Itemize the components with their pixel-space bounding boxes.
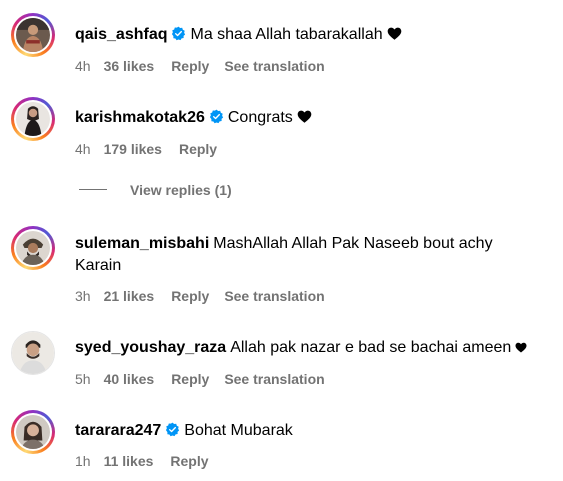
comment-likes[interactable]: 21 likes — [104, 287, 155, 305]
black-heart-icon — [387, 27, 402, 40]
comment-timestamp: 4h — [75, 141, 91, 157]
comment-text: Ma shaa Allah tabarakallah — [190, 26, 383, 43]
reply-button[interactable]: Reply — [171, 287, 209, 305]
black-heart-icon — [297, 110, 312, 123]
profile-photo-icon — [16, 102, 50, 136]
comment-username[interactable]: karishmakotak26 — [75, 109, 205, 126]
profile-photo-icon — [16, 18, 50, 52]
comment-text: Bohat Mubarak — [184, 422, 293, 439]
comment-likes[interactable]: 179 likes — [104, 140, 162, 158]
avatar[interactable] — [11, 410, 55, 454]
verified-badge-icon — [209, 109, 224, 124]
see-translation-button[interactable]: See translation — [224, 287, 324, 305]
comment-text: Congrats — [227, 109, 293, 126]
avatar[interactable] — [11, 97, 55, 141]
view-replies-button[interactable]: View replies (1) — [79, 181, 232, 199]
comment-username[interactable]: qais_ashfaq — [75, 26, 167, 43]
comment-likes[interactable]: 11 likes — [104, 452, 154, 470]
comment-likes[interactable]: 36 likes — [104, 57, 155, 75]
comment-timestamp: 4h — [75, 58, 91, 74]
profile-photo-icon — [16, 231, 50, 265]
replies-divider — [79, 189, 107, 190]
reply-button[interactable]: Reply — [171, 57, 209, 75]
reply-button[interactable]: Reply — [179, 140, 217, 158]
see-translation-button[interactable]: See translation — [224, 370, 324, 388]
comments-list: qais_ashfaq Ma shaa Allah tabarakallah 4h… — [0, 0, 563, 481]
verified-badge-icon — [165, 422, 180, 437]
view-replies-label[interactable]: View replies (1) — [130, 182, 232, 198]
avatar[interactable] — [11, 13, 55, 57]
avatar[interactable] — [11, 331, 55, 375]
comment-username[interactable]: tararara247 — [75, 422, 161, 439]
comment-timestamp: 3h — [75, 288, 91, 304]
reply-button[interactable]: Reply — [171, 370, 209, 388]
comment-timestamp: 5h — [75, 371, 91, 387]
see-translation-button[interactable]: See translation — [224, 57, 324, 75]
comment-username[interactable]: suleman_misbahi — [75, 235, 209, 252]
avatar[interactable] — [11, 226, 55, 270]
profile-photo-icon — [12, 332, 54, 374]
comment-timestamp: 1h — [75, 453, 91, 469]
verified-badge-icon — [171, 26, 186, 41]
comment-likes[interactable]: 40 likes — [104, 370, 155, 388]
black-heart-icon — [515, 342, 527, 353]
reply-button[interactable]: Reply — [170, 452, 208, 470]
profile-photo-icon — [16, 415, 50, 449]
comment-username[interactable]: syed_youshay_raza — [75, 339, 226, 356]
comment-text: Allah pak nazar e bad se bachai ameen — [230, 339, 512, 356]
